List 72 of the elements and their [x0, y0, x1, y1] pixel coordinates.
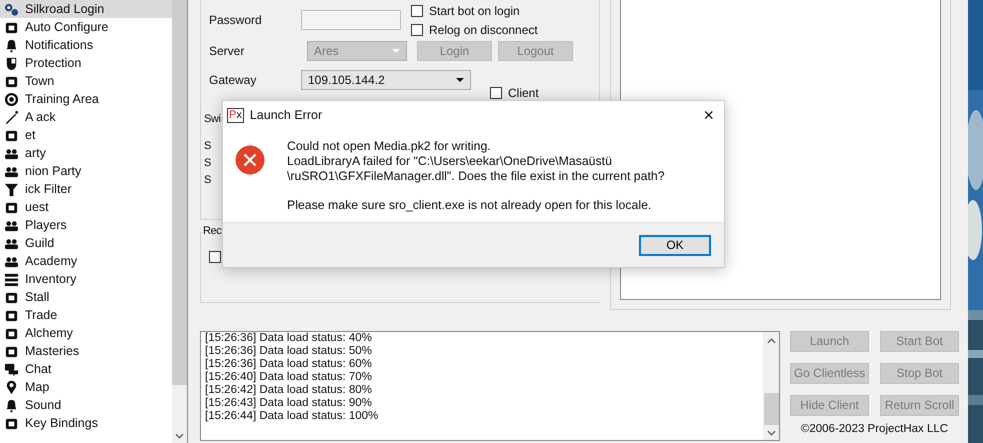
scrollbar[interactable] — [172, 0, 187, 443]
chevron-up-icon[interactable] — [766, 338, 776, 344]
log-line: [15:26:36] Data load status: 60% — [205, 358, 373, 371]
chevron-down-icon[interactable] — [766, 430, 776, 436]
password-field[interactable] — [301, 10, 401, 30]
shield-icon — [4, 56, 19, 70]
error-note: Please make sure sro_client.exe is not already open for this locale. — [287, 198, 652, 213]
sidebar-item[interactable]: uest — [0, 198, 172, 216]
sidebar-item[interactable]: arty — [0, 144, 172, 162]
log-line: [15:26:36] Data load status: 40% — [205, 332, 373, 345]
checkbox[interactable] — [209, 251, 221, 263]
sidebar-item[interactable]: Players — [0, 216, 172, 234]
chevron-down-icon[interactable] — [175, 433, 184, 439]
checkbox-label: Relog on disconnect — [429, 22, 538, 36]
checkbox[interactable] — [411, 4, 423, 16]
gateway-dropdown[interactable]: 109.105.144.2 — [301, 70, 471, 90]
target-icon — [4, 92, 19, 106]
checkbox[interactable] — [411, 24, 423, 36]
funnel-icon — [4, 182, 19, 196]
sidebar-item[interactable]: Alchemy — [0, 324, 172, 342]
app-icon: Px — [227, 108, 244, 122]
sidebar-item[interactable]: Town — [0, 72, 172, 90]
log-line: [15:26:44] Data load status: 100% — [205, 410, 380, 423]
sidebar-item[interactable]: A ack — [0, 108, 172, 126]
caret-icon[interactable] — [456, 78, 464, 82]
field-label: Swi — [203, 113, 221, 125]
wand-icon — [4, 110, 19, 124]
chat-icon — [4, 362, 19, 376]
sidebar-item[interactable]: Academy — [0, 252, 172, 270]
close-button[interactable]: × — [703, 106, 714, 124]
sidebar-item[interactable]: Protection — [0, 54, 172, 72]
checkbox-label: Client — [508, 86, 539, 100]
checkbox[interactable] — [490, 87, 502, 99]
sidebar-item[interactable]: Guild — [0, 234, 172, 252]
group-label: Rec — [202, 225, 222, 237]
dialog-title: Launch Error — [250, 108, 322, 122]
copyright-text: ©2006-2023 ProjectHax LLC — [800, 422, 950, 435]
sidebar-item[interactable]: Sound — [0, 396, 172, 414]
field-label: S — [203, 140, 211, 152]
field-label: Password — [208, 13, 263, 27]
bell-icon — [4, 398, 19, 412]
field-label: S — [203, 174, 211, 186]
gears-icon — [4, 2, 19, 16]
lines-icon — [4, 272, 19, 286]
error-message: Could not open Media.pk2 for writing. LoadLibraryA failed for "C:\Users\eekar\OneDrive\Masaüstü \ruSRO1\GFXFileManager.dll". Does the file exist in the current path? — [287, 139, 665, 184]
sidebar-item[interactable]: ick Filter — [0, 180, 172, 198]
sidebar-item[interactable]: Map — [0, 378, 172, 396]
log-line: [15:26:42] Data load status: 80% — [205, 384, 373, 397]
sidebar-item[interactable]: Inventory — [0, 270, 172, 288]
sidebar-item[interactable]: Masteries — [0, 342, 172, 360]
sidebar-item[interactable]: Trade — [0, 306, 172, 324]
sidebar-item[interactable]: Silkroad Login — [0, 0, 172, 18]
scroll-thumb[interactable] — [764, 392, 778, 425]
sidebar-item[interactable]: Key Bindings — [0, 414, 172, 432]
sidebar-item[interactable]: nion Party — [0, 162, 172, 180]
sidebar-item[interactable]: Training Area — [0, 90, 172, 108]
log-line: [15:26:40] Data load status: 70% — [205, 370, 373, 384]
log-line: [15:26:43] Data load status: 90% — [205, 396, 373, 410]
log-line: [15:26:36] Data load status: 50% — [205, 344, 373, 358]
sidebar-item[interactable]: Auto Configure — [0, 18, 172, 36]
sidebar-item[interactable]: Chat — [0, 360, 172, 378]
sidebar-item[interactable]: Stall — [0, 288, 172, 306]
sidebar-item[interactable]: et — [0, 126, 172, 144]
pin-icon — [4, 380, 19, 394]
checkbox-label: Start bot on login — [429, 4, 520, 18]
field-label: S — [203, 157, 211, 169]
field-label: Gateway — [208, 73, 258, 87]
bell-icon — [4, 38, 19, 52]
field-label: Server — [208, 44, 246, 58]
ok-button[interactable]: OK — [639, 234, 711, 256]
sidebar-item[interactable]: Notifications — [0, 36, 172, 54]
error-icon — [235, 145, 265, 175]
